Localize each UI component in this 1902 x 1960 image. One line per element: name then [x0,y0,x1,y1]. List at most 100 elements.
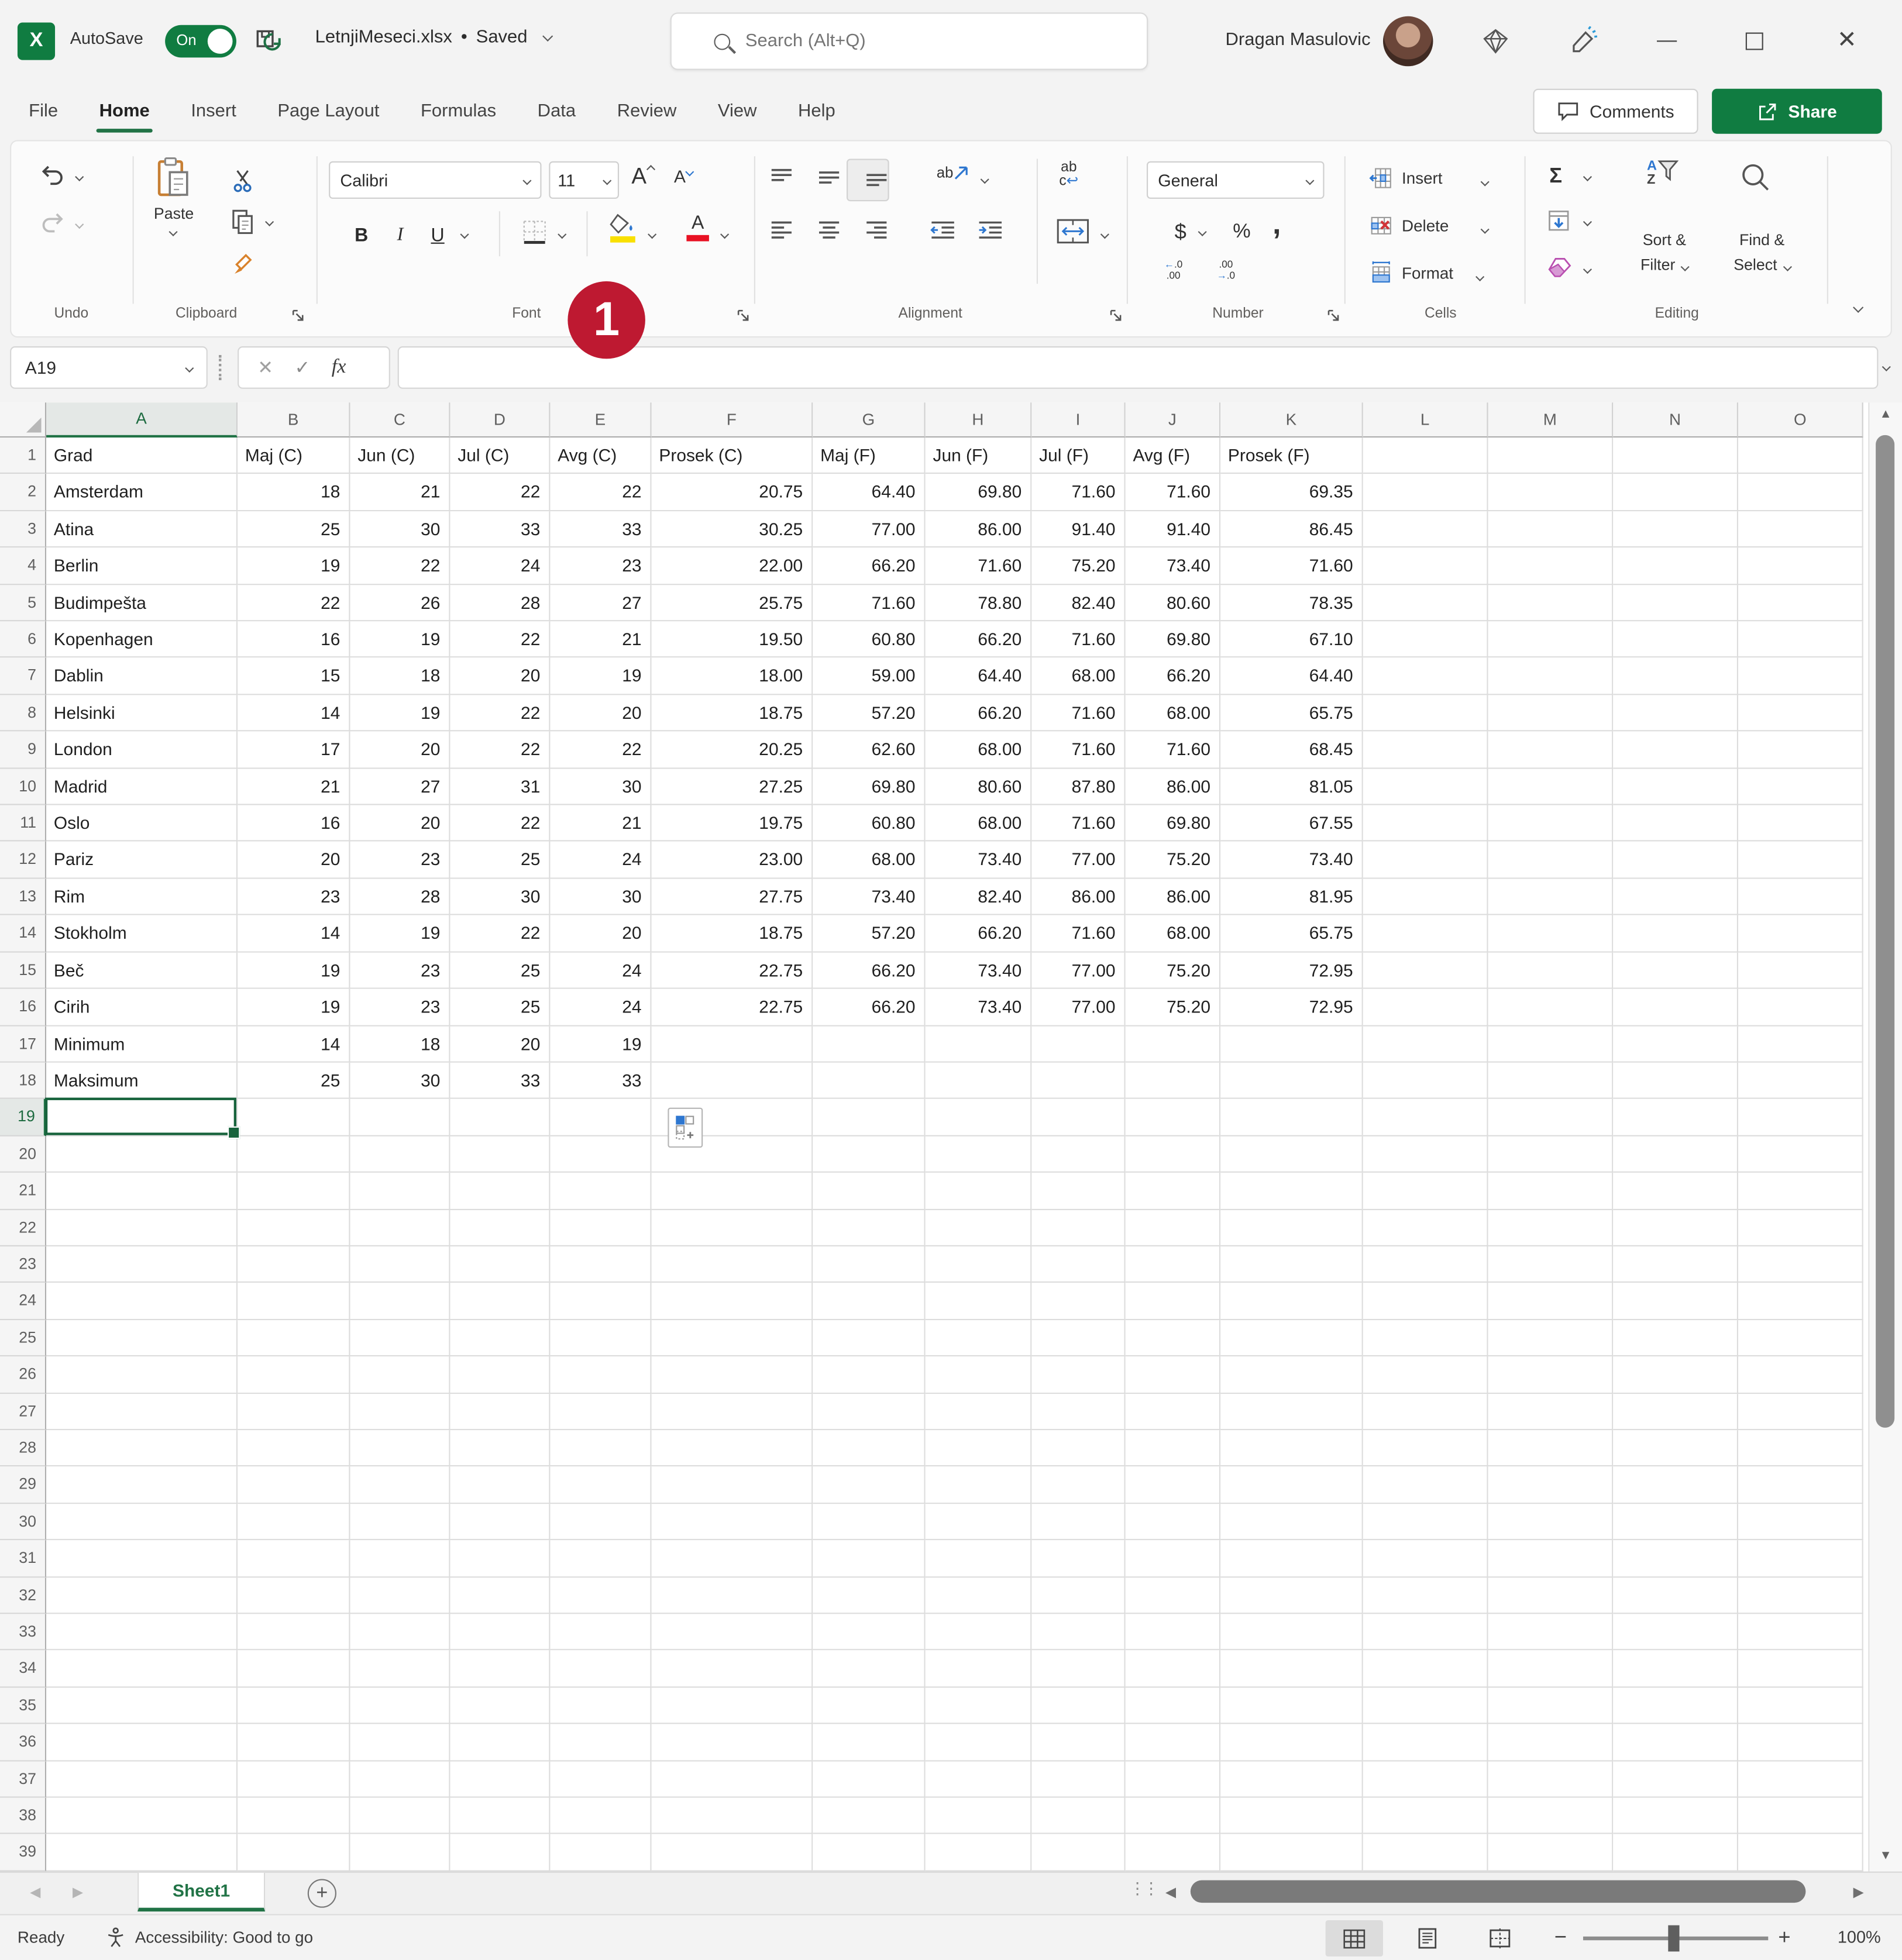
cell-I12[interactable]: 77.00 [1031,842,1125,879]
cell-K14[interactable]: 65.75 [1220,915,1363,952]
cell-O25[interactable] [1738,1320,1863,1357]
cell-L17[interactable] [1363,1026,1488,1063]
cell-D36[interactable] [450,1724,550,1761]
cell-H30[interactable] [926,1504,1032,1541]
accessibility-status[interactable]: Accessibility: Good to go [135,1928,313,1947]
cell-L31[interactable] [1363,1541,1488,1577]
cell-H29[interactable] [926,1467,1032,1504]
cell-B14[interactable]: 14 [238,915,350,952]
cell-B18[interactable]: 25 [238,1063,350,1100]
cell-N13[interactable] [1613,879,1738,915]
cell-E37[interactable] [550,1761,651,1798]
cell-N31[interactable] [1613,1541,1738,1577]
align-right-button[interactable] [864,219,889,244]
cell-C20[interactable] [350,1136,450,1173]
cell-F6[interactable]: 19.50 [652,621,813,658]
cell-H10[interactable]: 80.60 [926,769,1032,805]
cell-J8[interactable]: 68.00 [1126,695,1220,732]
cell-J4[interactable]: 73.40 [1126,548,1220,585]
cell-H15[interactable]: 73.40 [926,952,1032,989]
cell-O7[interactable] [1738,658,1863,695]
cell-I7[interactable]: 68.00 [1031,658,1125,695]
cell-B11[interactable]: 16 [238,805,350,842]
cell-O37[interactable] [1738,1761,1863,1798]
cell-M30[interactable] [1488,1504,1614,1541]
row-header-17[interactable]: 17 [0,1026,46,1063]
cell-H5[interactable]: 78.80 [926,585,1032,622]
cell-H13[interactable]: 82.40 [926,879,1032,915]
cell-N30[interactable] [1613,1504,1738,1541]
copy-button[interactable] [231,209,255,235]
zoom-out-button[interactable]: − [1554,1925,1567,1951]
cell-K9[interactable]: 68.45 [1220,732,1363,769]
cell-A17[interactable]: Minimum [46,1026,238,1063]
copy-dropdown-icon[interactable] [265,218,274,226]
cell-B8[interactable]: 14 [238,695,350,732]
cell-I24[interactable] [1031,1283,1125,1320]
cell-M19[interactable] [1488,1099,1614,1136]
cell-M32[interactable] [1488,1577,1614,1614]
coming-soon-pen-icon[interactable] [1568,26,1598,56]
cell-K29[interactable] [1220,1467,1363,1504]
cell-E14[interactable]: 20 [550,915,651,952]
undo-button[interactable] [39,164,66,189]
cell-O5[interactable] [1738,585,1863,622]
cell-C1[interactable]: Jun (C) [350,438,450,474]
cell-M4[interactable] [1488,548,1614,585]
cell-K27[interactable] [1220,1393,1363,1430]
cell-A3[interactable]: Atina [46,511,238,548]
cell-D35[interactable] [450,1687,550,1724]
cell-J21[interactable] [1126,1173,1220,1210]
cell-A31[interactable] [46,1541,238,1577]
row-header-33[interactable]: 33 [0,1614,46,1651]
cell-C22[interactable] [350,1210,450,1246]
cell-I20[interactable] [1031,1136,1125,1173]
cell-L28[interactable] [1363,1430,1488,1467]
cell-D18[interactable]: 33 [450,1063,550,1100]
cell-E32[interactable] [550,1577,651,1614]
cell-C15[interactable]: 23 [350,952,450,989]
cell-G4[interactable]: 66.20 [813,548,925,585]
cell-K37[interactable] [1220,1761,1363,1798]
cell-I11[interactable]: 71.60 [1031,805,1125,842]
cell-O30[interactable] [1738,1504,1863,1541]
cell-B28[interactable] [238,1430,350,1467]
cell-A4[interactable]: Berlin [46,548,238,585]
cell-I33[interactable] [1031,1614,1125,1651]
cell-O36[interactable] [1738,1724,1863,1761]
cell-C29[interactable] [350,1467,450,1504]
cell-I4[interactable]: 75.20 [1031,548,1125,585]
cell-D23[interactable] [450,1246,550,1283]
cell-J29[interactable] [1126,1467,1220,1504]
cell-C36[interactable] [350,1724,450,1761]
cell-H27[interactable] [926,1393,1032,1430]
column-header-B[interactable]: B [238,402,350,438]
cell-F13[interactable]: 27.75 [652,879,813,915]
cut-button[interactable] [231,169,255,193]
cell-N17[interactable] [1613,1026,1738,1063]
cell-L24[interactable] [1363,1283,1488,1320]
cell-L30[interactable] [1363,1504,1488,1541]
column-header-G[interactable]: G [813,402,925,438]
cell-G23[interactable] [813,1246,925,1283]
cell-M2[interactable] [1488,474,1614,511]
cell-H3[interactable]: 86.00 [926,511,1032,548]
cell-B24[interactable] [238,1283,350,1320]
row-header-36[interactable]: 36 [0,1724,46,1761]
cell-L16[interactable] [1363,989,1488,1026]
cell-O21[interactable] [1738,1173,1863,1210]
cell-D31[interactable] [450,1541,550,1577]
cell-E23[interactable] [550,1246,651,1283]
cell-G9[interactable]: 62.60 [813,732,925,769]
cell-F31[interactable] [652,1541,813,1577]
cell-O24[interactable] [1738,1283,1863,1320]
cell-F14[interactable]: 18.75 [652,915,813,952]
cell-H9[interactable]: 68.00 [926,732,1032,769]
cell-G19[interactable] [813,1099,925,1136]
cell-E39[interactable] [550,1835,651,1872]
zoom-in-button[interactable]: + [1778,1925,1790,1951]
cell-L34[interactable] [1363,1651,1488,1687]
cell-J33[interactable] [1126,1614,1220,1651]
cell-O14[interactable] [1738,915,1863,952]
cell-D2[interactable]: 22 [450,474,550,511]
